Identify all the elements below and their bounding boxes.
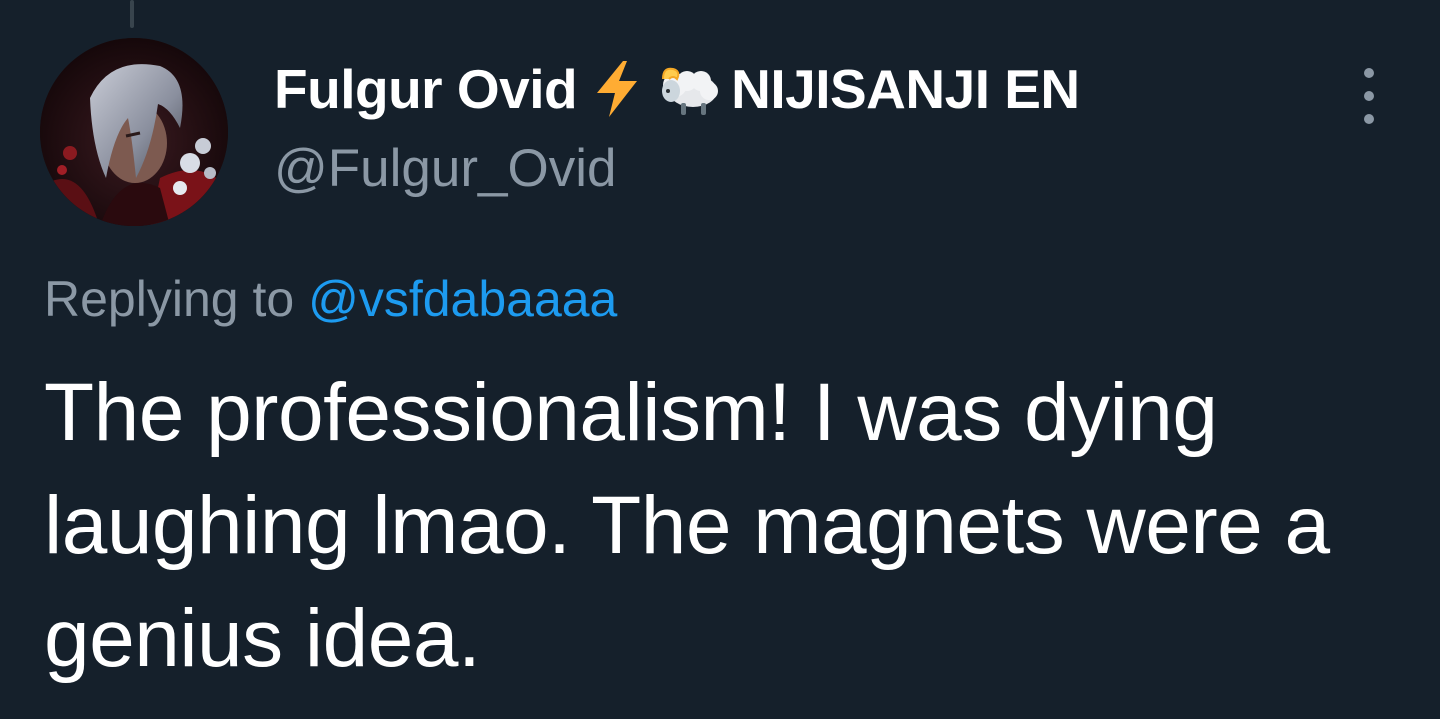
name-row: Fulgur Ovid NIJISANJI EN — [274, 54, 1360, 124]
avatar-portrait — [40, 38, 228, 226]
more-options-button[interactable] — [1350, 66, 1390, 126]
replying-to-line: Replying to @vsfdabaaaa — [44, 270, 617, 328]
tweet: Fulgur Ovid NIJISANJI EN @Fulgur_Ovid Re… — [0, 0, 1440, 719]
tweet-text: The professionalism! I was dying laughin… — [44, 367, 1330, 684]
lightning-emoji-icon — [585, 57, 649, 121]
avatar[interactable] — [40, 38, 228, 226]
tweet-header: Fulgur Ovid NIJISANJI EN @Fulgur_Ovid — [274, 54, 1360, 199]
display-name[interactable]: Fulgur Ovid — [274, 57, 578, 121]
thread-connector-line — [130, 0, 134, 28]
replying-to-mention-link[interactable]: @vsfdabaaaa — [308, 271, 617, 327]
replying-to-label: Replying to — [44, 271, 295, 327]
more-vertical-icon-dot — [1364, 91, 1374, 101]
affiliation-name: NIJISANJI EN — [731, 58, 1080, 120]
more-vertical-icon-dot — [1364, 114, 1374, 124]
ram-emoji-icon — [657, 57, 721, 121]
user-handle[interactable]: @Fulgur_Ovid — [274, 138, 1360, 199]
more-vertical-icon — [1364, 68, 1374, 78]
